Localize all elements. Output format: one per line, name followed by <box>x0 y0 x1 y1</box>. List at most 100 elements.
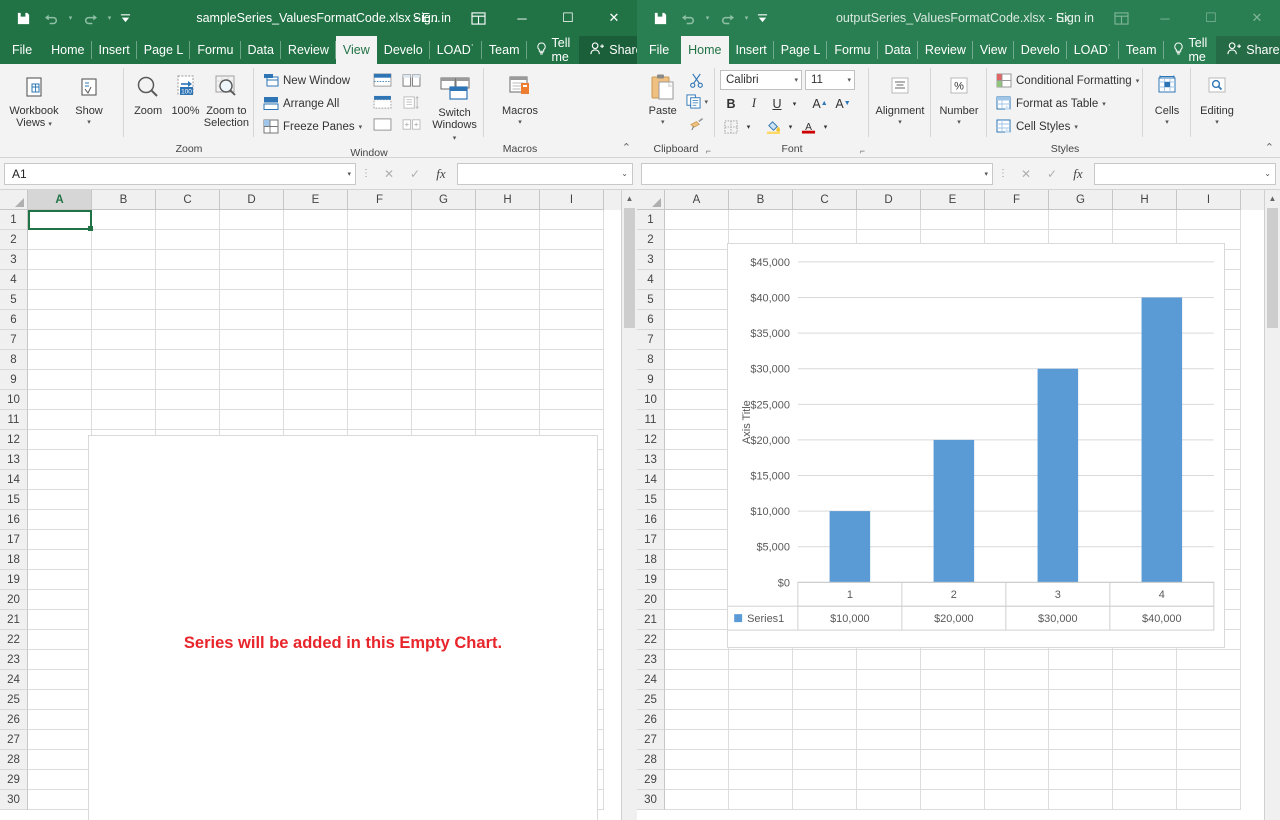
grid-cell[interactable] <box>665 270 729 290</box>
grid-cell[interactable] <box>348 230 412 250</box>
grid-cell[interactable] <box>665 250 729 270</box>
grid-cell[interactable] <box>857 730 921 750</box>
grid-cell[interactable] <box>665 330 729 350</box>
formula-input-right[interactable]: ⌄ <box>1094 162 1276 185</box>
row-header[interactable]: 9 <box>0 370 28 390</box>
grid-cell[interactable] <box>476 410 540 430</box>
customize-quick-access-icon[interactable] <box>753 6 771 30</box>
grid-cell[interactable] <box>412 290 476 310</box>
grid-cell[interactable] <box>1177 710 1241 730</box>
row-header[interactable]: 16 <box>0 510 28 530</box>
close-button-right[interactable]: ✕ <box>1234 0 1280 36</box>
grid-cell[interactable] <box>1113 730 1177 750</box>
grid-cell[interactable] <box>985 210 1049 230</box>
grid-cell[interactable] <box>156 270 220 290</box>
formula-bar-grip-right[interactable]: ⋮ <box>996 168 1010 179</box>
share-button-right[interactable]: Share <box>1216 36 1280 64</box>
row-header[interactable]: 10 <box>637 390 665 410</box>
grid-cell[interactable] <box>729 770 793 790</box>
grid-cell[interactable] <box>1177 730 1241 750</box>
grid-cell[interactable] <box>729 690 793 710</box>
grid-cell[interactable] <box>412 310 476 330</box>
save-icon[interactable] <box>647 6 673 30</box>
fill-color-caret-icon[interactable]: ▾ <box>785 116 796 137</box>
ribbon-display-options-icon[interactable] <box>1100 0 1142 36</box>
grid-cell[interactable] <box>540 310 604 330</box>
grid-cell[interactable] <box>921 670 985 690</box>
grid-cell[interactable] <box>665 230 729 250</box>
grid-cell[interactable] <box>412 210 476 230</box>
row-header[interactable]: 5 <box>0 290 28 310</box>
grid-cell[interactable] <box>540 230 604 250</box>
vertical-scrollbar-left[interactable]: ▲ <box>621 190 637 820</box>
grid-cell[interactable] <box>921 770 985 790</box>
freeze-panes-caret-icon[interactable]: ▾ <box>359 123 363 131</box>
grid-cell[interactable] <box>985 670 1049 690</box>
cell-styles-button[interactable]: Cell Styles ▾ <box>992 115 1142 138</box>
grid-cell[interactable] <box>28 570 92 590</box>
row-header[interactable]: 17 <box>637 530 665 550</box>
grid-cell[interactable] <box>540 330 604 350</box>
column-header-B-left[interactable]: B <box>92 190 156 210</box>
grid-cell[interactable] <box>28 470 92 490</box>
grid-cell[interactable] <box>793 750 857 770</box>
row-header[interactable]: 7 <box>637 330 665 350</box>
grid-cell[interactable] <box>348 250 412 270</box>
unhide-icon[interactable] <box>369 113 395 135</box>
grid-cell[interactable] <box>665 530 729 550</box>
grid-cell[interactable] <box>28 790 92 810</box>
grid-cell[interactable] <box>348 370 412 390</box>
grid-cell[interactable] <box>540 270 604 290</box>
row-header[interactable]: 6 <box>637 310 665 330</box>
grid-cell[interactable] <box>1113 690 1177 710</box>
row-header[interactable]: 4 <box>637 270 665 290</box>
grid-cell[interactable] <box>28 350 92 370</box>
tab-developer-right[interactable]: Develo <box>1014 36 1067 64</box>
font-size-dropdown-icon[interactable]: ▾ <box>843 76 851 84</box>
grid-cell[interactable] <box>665 770 729 790</box>
row-header[interactable]: 12 <box>637 430 665 450</box>
grid-cell[interactable] <box>28 690 92 710</box>
bar[interactable] <box>829 511 871 583</box>
grid-cell[interactable] <box>1113 650 1177 670</box>
grid-cell[interactable] <box>156 410 220 430</box>
vertical-scrollbar-right[interactable]: ▲ <box>1264 190 1280 820</box>
grid-cell[interactable] <box>1113 790 1177 810</box>
column-header-H-left[interactable]: H <box>476 190 540 210</box>
tab-formulas-left[interactable]: Formu <box>190 36 241 64</box>
grid-cell[interactable] <box>92 310 156 330</box>
grid-cell[interactable] <box>921 750 985 770</box>
row-header[interactable]: 4 <box>0 270 28 290</box>
name-box-left[interactable]: A1 ▾ <box>4 162 356 185</box>
redo-icon[interactable] <box>77 6 103 30</box>
grid-cell[interactable] <box>985 770 1049 790</box>
row-header[interactable]: 26 <box>0 710 28 730</box>
grid-cell[interactable] <box>412 330 476 350</box>
grid-cell[interactable] <box>28 490 92 510</box>
grid-cell[interactable] <box>1113 770 1177 790</box>
row-header[interactable]: 12 <box>0 430 28 450</box>
column-header-A-right[interactable]: A <box>665 190 729 210</box>
grid-cell[interactable] <box>665 310 729 330</box>
grid-cell[interactable] <box>284 390 348 410</box>
row-header[interactable]: 26 <box>637 710 665 730</box>
tab-team-left[interactable]: Team <box>482 36 527 64</box>
grid-cell[interactable] <box>857 210 921 230</box>
grid-cell[interactable] <box>348 290 412 310</box>
number-caret-icon[interactable]: ▾ <box>957 117 961 129</box>
sign-in-link-right[interactable]: Sign in <box>1056 11 1094 25</box>
grid-cell[interactable] <box>220 370 284 390</box>
grid-cell[interactable] <box>1113 210 1177 230</box>
column-header-F-right[interactable]: F <box>985 190 1049 210</box>
row-header[interactable]: 2 <box>0 230 28 250</box>
grid-cell[interactable] <box>412 410 476 430</box>
view-side-by-side-icon[interactable] <box>398 69 424 91</box>
insert-function-icon[interactable]: fx <box>428 163 454 185</box>
grid-cell[interactable] <box>92 290 156 310</box>
row-header[interactable]: 22 <box>637 630 665 650</box>
fill-color-icon[interactable] <box>762 116 784 137</box>
row-header[interactable]: 24 <box>637 670 665 690</box>
grid-cell[interactable] <box>412 230 476 250</box>
grid-cell[interactable] <box>921 790 985 810</box>
grid-cell[interactable] <box>540 410 604 430</box>
